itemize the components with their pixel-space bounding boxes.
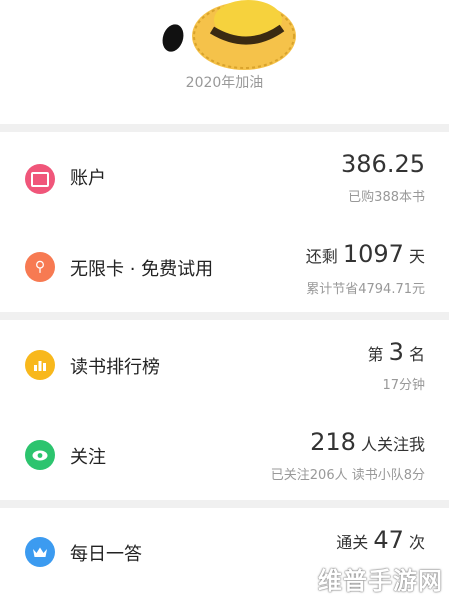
wallet-icon — [25, 164, 55, 194]
profile-motto: 2020年加油 — [185, 75, 264, 91]
daily-quiz-label: 每日一答 — [70, 544, 142, 565]
watermark: 维普手游网 — [318, 567, 443, 595]
section-divider — [0, 500, 449, 508]
total-savings: 累计节省4794.71元 — [306, 282, 425, 297]
days-remaining: 还剩 1097 天 — [305, 240, 425, 268]
infinite-card-label: 无限卡 · 免费试用 — [70, 259, 214, 280]
ranking-icon — [25, 350, 55, 380]
section-divider — [0, 124, 449, 132]
account-label: 账户 — [70, 168, 106, 189]
quiz-clear-count: 通关 47 次 — [336, 526, 425, 554]
profile-header: 2020年加油 — [0, 0, 449, 124]
infinite-card-icon: ⚲ — [25, 252, 55, 282]
reading-time: 17分钟 — [382, 378, 425, 393]
reading-ranking-row[interactable]: 读书排行榜 第 3 名 17分钟 — [0, 320, 449, 410]
avatar-shadow — [159, 21, 187, 55]
straw-hat-icon[interactable] — [188, 0, 300, 74]
ranking-position: 第 3 名 — [367, 338, 426, 366]
followers-count: 218 人关注我 — [310, 428, 425, 456]
following-summary: 已关注206人 读书小队8分 — [270, 468, 425, 483]
follow-label: 关注 — [70, 447, 106, 468]
infinite-card-row[interactable]: ⚲ 无限卡 · 免费试用 还剩 1097 天 累计节省4794.71元 — [0, 222, 449, 312]
follow-row[interactable]: 关注 218 人关注我 已关注206人 读书小队8分 — [0, 410, 449, 500]
account-balance: 386.25 — [341, 150, 425, 178]
purchased-books-count: 已购388本书 — [348, 190, 425, 205]
crown-icon — [25, 537, 55, 567]
eye-icon — [25, 440, 55, 470]
account-row[interactable]: 账户 386.25 已购388本书 — [0, 132, 449, 222]
section-divider — [0, 312, 449, 320]
reading-ranking-label: 读书排行榜 — [70, 357, 160, 378]
